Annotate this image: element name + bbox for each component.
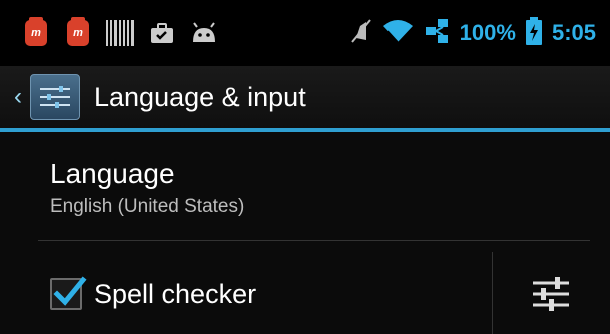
battery-percent: 100% [459,20,516,45]
back-chevron-icon[interactable]: ‹ [14,85,28,109]
network-sync-icon [424,17,450,50]
settings-list: Language English (United States) Spell c… [0,132,610,334]
vertical-divider [492,252,493,334]
spell-checker-preference[interactable]: Spell checker [50,276,257,310]
settings-app-icon[interactable] [30,74,80,120]
spell-checker-checkbox[interactable] [50,276,87,310]
tune-sliders-icon [533,277,569,311]
barcode-icon [106,19,134,47]
app-m-icon: m [64,17,92,47]
system-icons: 100% 5:05 [350,16,596,50]
action-bar[interactable]: ‹ Language & input [0,66,610,128]
app-m-icon: m [22,17,50,47]
battery-charging-icon [525,16,542,50]
clock: 5:05 [551,20,596,45]
checkmark-icon [53,276,87,306]
language-title: Language [50,158,175,189]
language-preference[interactable]: Language English (United States) [50,158,244,218]
language-summary: English (United States) [50,196,245,217]
status-bar: m m 100% 5:05 [0,0,610,66]
android-icon [190,19,218,47]
mute-icon [350,18,372,49]
briefcase-icon [148,19,176,47]
list-divider [38,240,590,241]
spell-checker-label: Spell checker [94,278,257,309]
wifi-icon [382,18,414,49]
spell-checker-settings-button[interactable] [512,262,590,326]
page-title: Language & input [94,81,306,112]
notification-icons: m m [22,17,218,47]
